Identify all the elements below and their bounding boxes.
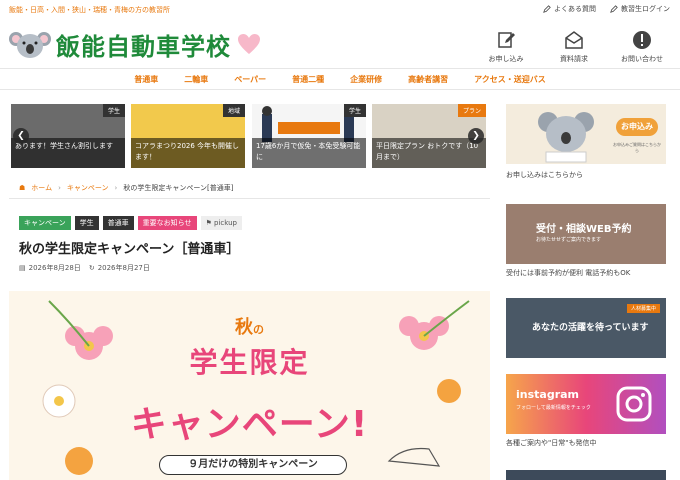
top-links: よくある質問 教習生ログイン xyxy=(543,4,670,14)
nav-item-access-bus[interactable]: アクセス・送迎バス xyxy=(461,74,559,85)
tag-important[interactable]: 重要なお知らせ xyxy=(137,216,197,230)
published-date: ▤ 2026年8月28日 xyxy=(19,263,81,273)
calendar-icon: ▤ xyxy=(19,264,26,272)
nav-item-corporate-training[interactable]: 企業研修 xyxy=(337,74,395,85)
student-login-label: 教習生ログイン xyxy=(621,5,670,13)
header-actions: お申し込み 資料請求 お問い合わせ xyxy=(480,30,668,64)
chevron-right-icon: ❯ xyxy=(472,131,480,141)
featured-carousel: 学生 あります！学生さん割引します 地域 コアラまつり2026 今年も開催します… xyxy=(11,104,486,168)
hero-subtitle: 学生限定 xyxy=(189,346,310,379)
recruitment-banner[interactable]: 人材募集中 あなたの活躍を待っています xyxy=(506,298,666,358)
edit-icon xyxy=(610,5,618,13)
pencil-note-icon xyxy=(498,32,515,48)
hero-banner: 秋の 学生限定 キャンペーン! ９月だけの特別キャンペーン xyxy=(9,291,490,480)
next-banner[interactable] xyxy=(506,470,666,480)
divider xyxy=(9,198,490,199)
edit-icon xyxy=(543,5,551,13)
top-strip: 飯能・日高・入間・狭山・瑞穂・青梅の方の教習所 よくある質問 教習生ログイン xyxy=(0,0,680,22)
koala-logo-icon xyxy=(9,32,51,58)
web-reservation-caption[interactable]: 受付には事前予約が便利 電話予約もOK xyxy=(506,268,630,278)
breadcrumb-category[interactable]: キャンペーン xyxy=(67,183,109,193)
faq-link[interactable]: よくある質問 xyxy=(543,4,596,14)
apply-badge: お申込み xyxy=(616,118,658,136)
slide-caption: コアラまつり2026 今年も開催します！ xyxy=(131,138,245,168)
student-login-link[interactable]: 教習生ログイン xyxy=(610,4,670,14)
apply-note: お申込みご質問はこちらから xyxy=(613,142,661,153)
tag-icon: ⚑ xyxy=(205,219,215,227)
hero-month-badge: ９月だけの特別キャンペーン xyxy=(159,455,347,475)
apply-banner[interactable]: お申込み お申込みご質問はこちらから xyxy=(506,104,666,164)
contact-button[interactable]: お問い合わせ xyxy=(616,30,668,64)
carousel-slide[interactable]: 地域 コアラまつり2026 今年も開催します！ xyxy=(131,104,245,168)
breadcrumb: ☗ ホーム › キャンペーン › 秋の学生限定キャンペーン[普通車] xyxy=(19,183,233,193)
instagram-banner[interactable]: instagram フォローして最新情報をチェック xyxy=(506,374,666,434)
nav-item-class2[interactable]: 普通二種 xyxy=(279,74,337,85)
apply-button[interactable]: お申し込み xyxy=(480,30,532,64)
brochure-label: 資料請求 xyxy=(560,55,588,63)
instagram-icon xyxy=(616,386,652,422)
hero-no-text: の xyxy=(253,323,264,336)
published-date-text: 2026年8月28日 xyxy=(28,264,81,272)
tag-regular-car[interactable]: 普通車 xyxy=(102,216,134,230)
brochure-request-button[interactable]: 資料請求 xyxy=(548,30,600,64)
slide-tag: 学生 xyxy=(102,104,125,117)
main-nav: 普通車 二輪車 ペーパー 普通二種 企業研修 高齢者講習 アクセス・送迎バス xyxy=(0,68,680,90)
faq-label: よくある質問 xyxy=(554,5,596,13)
hero-title: キャンペーン! xyxy=(130,404,369,445)
slide-caption: あります！学生さん割引します xyxy=(11,138,125,168)
envelope-icon xyxy=(565,31,583,49)
logo-text: 飯能自動車学校 xyxy=(56,32,231,61)
tag-student[interactable]: 学生 xyxy=(74,216,99,230)
instagram-subtitle: フォローして最新情報をチェック xyxy=(516,405,591,411)
heart-icon xyxy=(238,34,260,54)
post-dates: ▤ 2026年8月28日 ↻ 2026年8月27日 xyxy=(19,263,150,273)
nav-item-regular-car[interactable]: 普通車 xyxy=(121,74,171,85)
carousel-slide[interactable]: 学生 17歳6か月で仮免・本免受験可能に xyxy=(252,104,366,168)
breadcrumb-home[interactable]: ホーム xyxy=(31,183,52,193)
tag-pickup[interactable]: ⚑ pickup xyxy=(200,216,243,230)
chevron-right-icon: › xyxy=(58,184,61,192)
refresh-icon: ↻ xyxy=(88,264,95,272)
nav-item-senior-course[interactable]: 高齢者講習 xyxy=(395,74,461,85)
slide-tag: 学生 xyxy=(343,104,366,117)
hero-aki-text: 秋 xyxy=(235,317,253,338)
chevron-left-icon: ❮ xyxy=(17,131,25,141)
apply-caption[interactable]: お申し込みはこちらから xyxy=(506,170,583,180)
koala-mascot-icon xyxy=(538,112,594,163)
slide-caption: 平日限定プラン おトクです（10月まで） xyxy=(372,138,486,168)
carousel-prev-button[interactable]: ❮ xyxy=(13,128,29,144)
tag-campaign[interactable]: キャンペーン xyxy=(19,216,71,230)
exclamation-icon xyxy=(633,31,651,49)
slide-tag: プラン xyxy=(457,104,486,117)
recruitment-title: あなたの活躍を待っています xyxy=(532,323,649,333)
chevron-right-icon: › xyxy=(114,184,118,192)
nav-item-paper-driver[interactable]: ペーパー xyxy=(221,74,279,85)
web-reservation-subtitle: お待たせせずご案内できます xyxy=(536,237,602,243)
instagram-title: instagram xyxy=(516,388,580,401)
hero-season: 秋の xyxy=(9,313,490,339)
slide-tag: 地域 xyxy=(222,104,245,117)
web-reservation-title: 受付・相談WEB予約 xyxy=(536,224,632,235)
apply-label: お申し込み xyxy=(488,55,524,63)
carousel-next-button[interactable]: ❯ xyxy=(468,128,484,144)
home-icon: ☗ xyxy=(19,184,26,192)
updated-date: ↻ 2026年8月27日 xyxy=(89,263,150,273)
slide-caption: 17歳6か月で仮免・本免受験可能に xyxy=(252,138,366,168)
site-tagline: 飯能・日高・入間・狭山・瑞穂・青梅の方の教習所 xyxy=(9,6,170,14)
nav-item-motorcycle[interactable]: 二輪車 xyxy=(171,74,221,85)
post-tags: キャンペーン 学生 普通車 重要なお知らせ ⚑ pickup xyxy=(19,216,243,230)
contact-label: お問い合わせ xyxy=(621,55,663,63)
recruitment-tag: 人材募集中 xyxy=(626,304,660,313)
site-logo[interactable]: 飯能自動車学校 xyxy=(8,26,261,62)
updated-date-text: 2026年8月27日 xyxy=(97,264,150,272)
tag-pickup-label: pickup xyxy=(214,219,238,227)
page-title: 秋の学生限定キャンペーン［普通車］ xyxy=(19,242,240,257)
breadcrumb-current: 秋の学生限定キャンペーン[普通車] xyxy=(123,184,234,192)
instagram-caption[interactable]: 各種ご案内や"日常"も発信中 xyxy=(506,438,596,448)
web-reservation-banner[interactable]: 受付・相談WEB予約 お待たせせずご案内できます xyxy=(506,204,666,264)
